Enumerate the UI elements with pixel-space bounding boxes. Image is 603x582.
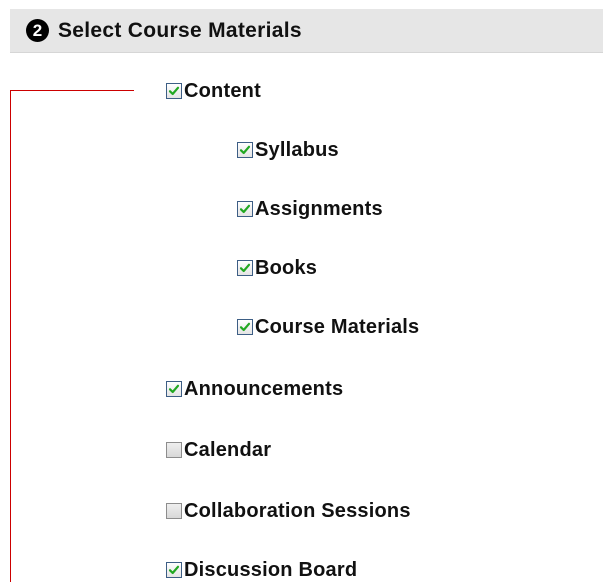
calendar-checkbox[interactable]: [166, 442, 182, 458]
books-label: Books: [255, 257, 318, 279]
group-bracket-left-line: [10, 90, 11, 582]
content-label: Content: [184, 80, 261, 102]
option-announcements[interactable]: Announcements: [166, 377, 343, 401]
assignments-label: Assignments: [255, 198, 383, 220]
checkmark-icon: [239, 263, 251, 273]
checkmark-icon: [168, 565, 180, 575]
option-books[interactable]: Books: [237, 256, 317, 280]
books-checkbox[interactable]: [237, 260, 253, 276]
content-checkbox[interactable]: [166, 83, 182, 99]
checkmark-icon: [239, 322, 251, 332]
section-title: Select Course Materials: [58, 19, 302, 42]
option-collaboration-sessions[interactable]: Collaboration Sessions: [166, 499, 411, 523]
calendar-label: Calendar: [184, 439, 272, 461]
option-content[interactable]: Content: [166, 79, 261, 103]
checkmark-icon: [239, 204, 251, 214]
course-materials-checkbox[interactable]: [237, 319, 253, 335]
collaboration-sessions-label: Collaboration Sessions: [184, 500, 411, 522]
collaboration-sessions-checkbox[interactable]: [166, 503, 182, 519]
step-number-badge: 2: [26, 19, 49, 42]
announcements-checkbox[interactable]: [166, 381, 182, 397]
option-assignments[interactable]: Assignments: [237, 197, 383, 221]
discussion-board-label: Discussion Board: [184, 559, 358, 581]
option-course-materials[interactable]: Course Materials: [237, 315, 419, 339]
option-syllabus[interactable]: Syllabus: [237, 138, 339, 162]
option-discussion-board[interactable]: Discussion Board: [166, 558, 357, 582]
discussion-board-checkbox[interactable]: [166, 562, 182, 578]
syllabus-label: Syllabus: [255, 139, 339, 161]
announcements-label: Announcements: [184, 378, 344, 400]
checkmark-icon: [168, 86, 180, 96]
checkmark-icon: [168, 384, 180, 394]
option-calendar[interactable]: Calendar: [166, 438, 271, 462]
section-header: 2 Select Course Materials: [10, 9, 603, 53]
group-bracket-top-line: [10, 90, 134, 91]
course-materials-label: Course Materials: [255, 316, 420, 338]
syllabus-checkbox[interactable]: [237, 142, 253, 158]
checkmark-icon: [239, 145, 251, 155]
assignments-checkbox[interactable]: [237, 201, 253, 217]
